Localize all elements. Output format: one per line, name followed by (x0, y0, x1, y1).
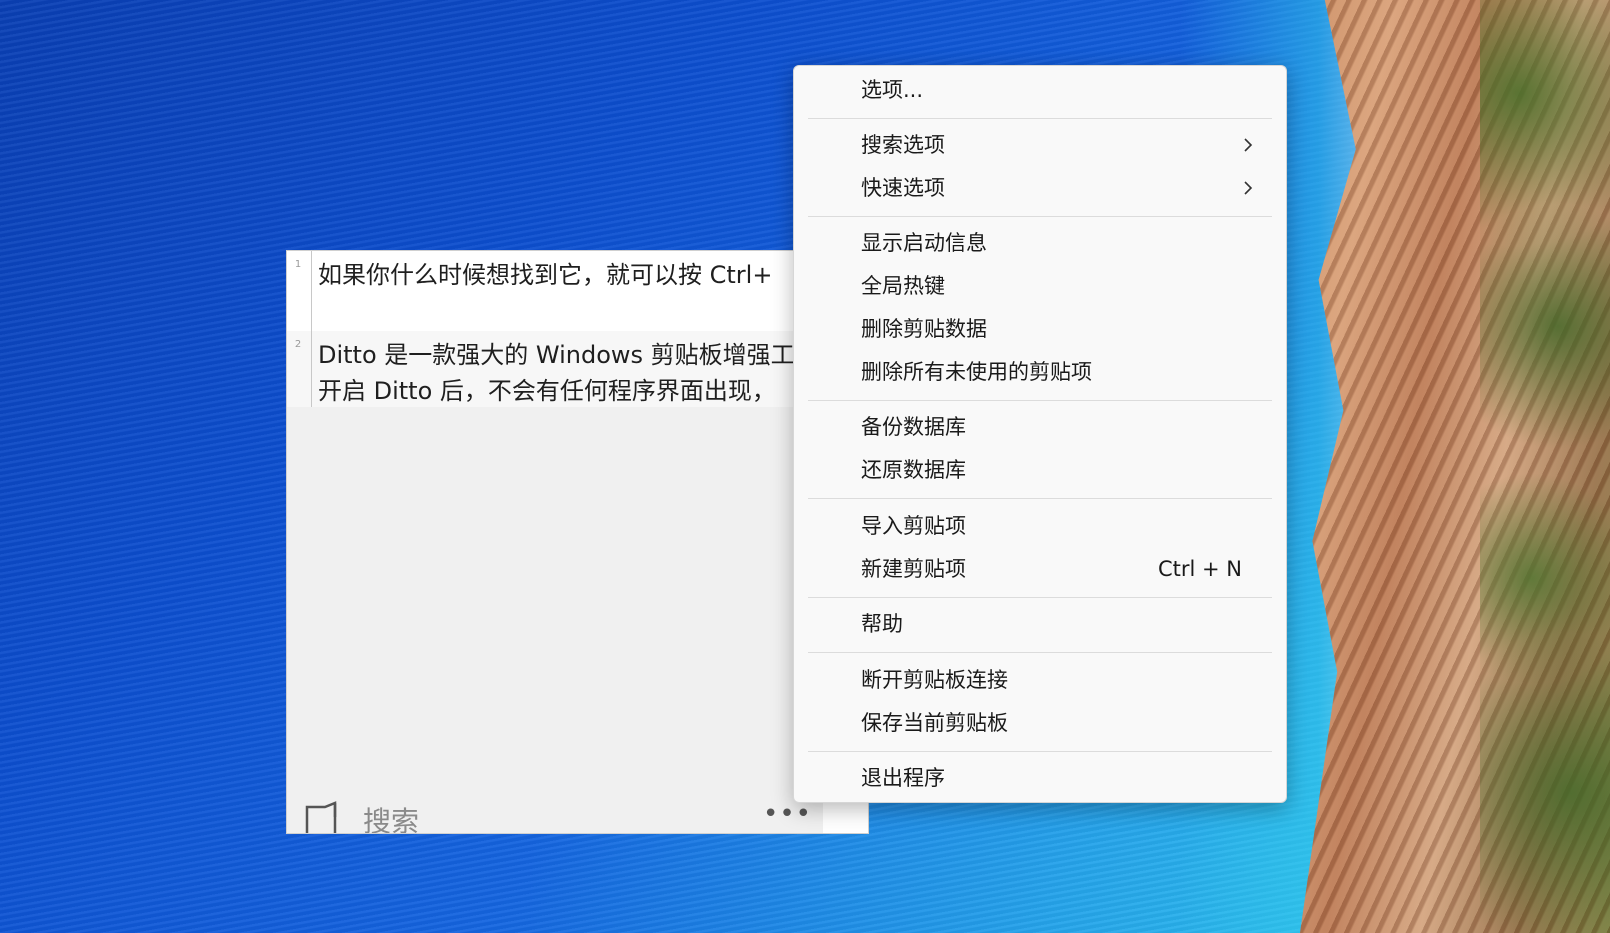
clip-text-line: 开启 Ditto 后，不会有任何程序界面出现， (318, 377, 776, 405)
menu-separator (808, 118, 1272, 119)
menu-item-label: 全局热键 (861, 274, 945, 298)
menu-item-label: 备份数据库 (861, 415, 966, 439)
menu-item-label: 删除所有未使用的剪贴项 (861, 360, 1092, 384)
menu-item-exit[interactable]: 退出程序 (802, 757, 1278, 799)
footer-corner (823, 803, 868, 833)
menu-item-show-startup-info[interactable]: 显示启动信息 (802, 222, 1278, 264)
clip-divider (311, 331, 312, 407)
menu-item-label: 退出程序 (861, 766, 945, 790)
menu-item-label: 新建剪贴项 (861, 557, 966, 581)
menu-separator (808, 597, 1272, 598)
menu-item-import-clips[interactable]: 导入剪贴项 (802, 505, 1278, 547)
menu-item-restore-database[interactable]: 还原数据库 (802, 449, 1278, 491)
menu-item-label: 帮助 (861, 612, 903, 636)
ditto-footer: ••• (287, 771, 868, 834)
menu-item-label: 保存当前剪贴板 (861, 711, 1008, 735)
clipboard-icon[interactable] (305, 801, 337, 834)
menu-item-label: 搜索选项 (861, 133, 945, 157)
clip-index: 1 (294, 259, 302, 270)
clip-list-item[interactable]: 1 如果你什么时候想找到它，就可以按 Ctrl+ (287, 251, 868, 331)
menu-item-delete-unused-clips[interactable]: 删除所有未使用的剪贴项 (802, 351, 1278, 393)
menu-separator (808, 652, 1272, 653)
menu-item-label: 显示启动信息 (861, 231, 987, 255)
clip-text: 如果你什么时候想找到它，就可以按 Ctrl+ (318, 257, 868, 293)
menu-item-label: 快速选项 (861, 176, 945, 200)
menu-item-label: 导入剪贴项 (861, 514, 966, 538)
clip-text: Ditto 是一款强大的 Windows 剪贴板增强工 开启 Ditto 后，不… (318, 337, 868, 407)
context-menu: 选项... 搜索选项 快速选项 显示启动信息 全局热键 删除剪贴数据 删除所有未… (793, 65, 1287, 803)
menu-separator (808, 751, 1272, 752)
menu-item-delete-clip-data[interactable]: 删除剪贴数据 (802, 308, 1278, 350)
menu-item-help[interactable]: 帮助 (802, 603, 1278, 645)
menu-item-label: 删除剪贴数据 (861, 317, 987, 341)
clip-list-item[interactable]: 2 Ditto 是一款强大的 Windows 剪贴板增强工 开启 Ditto 后… (287, 331, 868, 407)
menu-separator (808, 498, 1272, 499)
wallpaper-vegetation (1480, 0, 1610, 933)
menu-item-save-current-clipboard[interactable]: 保存当前剪贴板 (802, 702, 1278, 744)
menu-item-label: 断开剪贴板连接 (861, 668, 1008, 692)
menu-item-shortcut: Ctrl + N (1157, 557, 1242, 581)
more-options-button[interactable]: ••• (763, 801, 811, 829)
menu-item-disconnect-clipboard[interactable]: 断开剪贴板连接 (802, 659, 1278, 701)
menu-separator (808, 216, 1272, 217)
menu-item-global-hotkeys[interactable]: 全局热键 (802, 265, 1278, 307)
clip-text-line: Ditto 是一款强大的 Windows 剪贴板增强工 (318, 341, 795, 369)
clip-index: 2 (294, 339, 302, 350)
menu-separator (808, 400, 1272, 401)
chevron-right-icon (1244, 181, 1253, 195)
menu-item-new-clip[interactable]: 新建剪贴项 Ctrl + N (802, 548, 1278, 590)
clip-text-line: 如果你什么时候想找到它，就可以按 Ctrl+ (318, 261, 773, 289)
menu-item-options[interactable]: 选项... (802, 69, 1278, 111)
clip-divider (311, 251, 312, 331)
search-input[interactable] (363, 801, 663, 833)
menu-item-quick-options[interactable]: 快速选项 (802, 167, 1278, 209)
menu-item-backup-database[interactable]: 备份数据库 (802, 406, 1278, 448)
menu-item-label: 还原数据库 (861, 458, 966, 482)
menu-item-search-options[interactable]: 搜索选项 (802, 124, 1278, 166)
ditto-window: 1 如果你什么时候想找到它，就可以按 Ctrl+ 2 Ditto 是一款强大的 … (286, 250, 869, 834)
menu-item-label: 选项... (861, 78, 924, 102)
chevron-right-icon (1244, 138, 1253, 152)
